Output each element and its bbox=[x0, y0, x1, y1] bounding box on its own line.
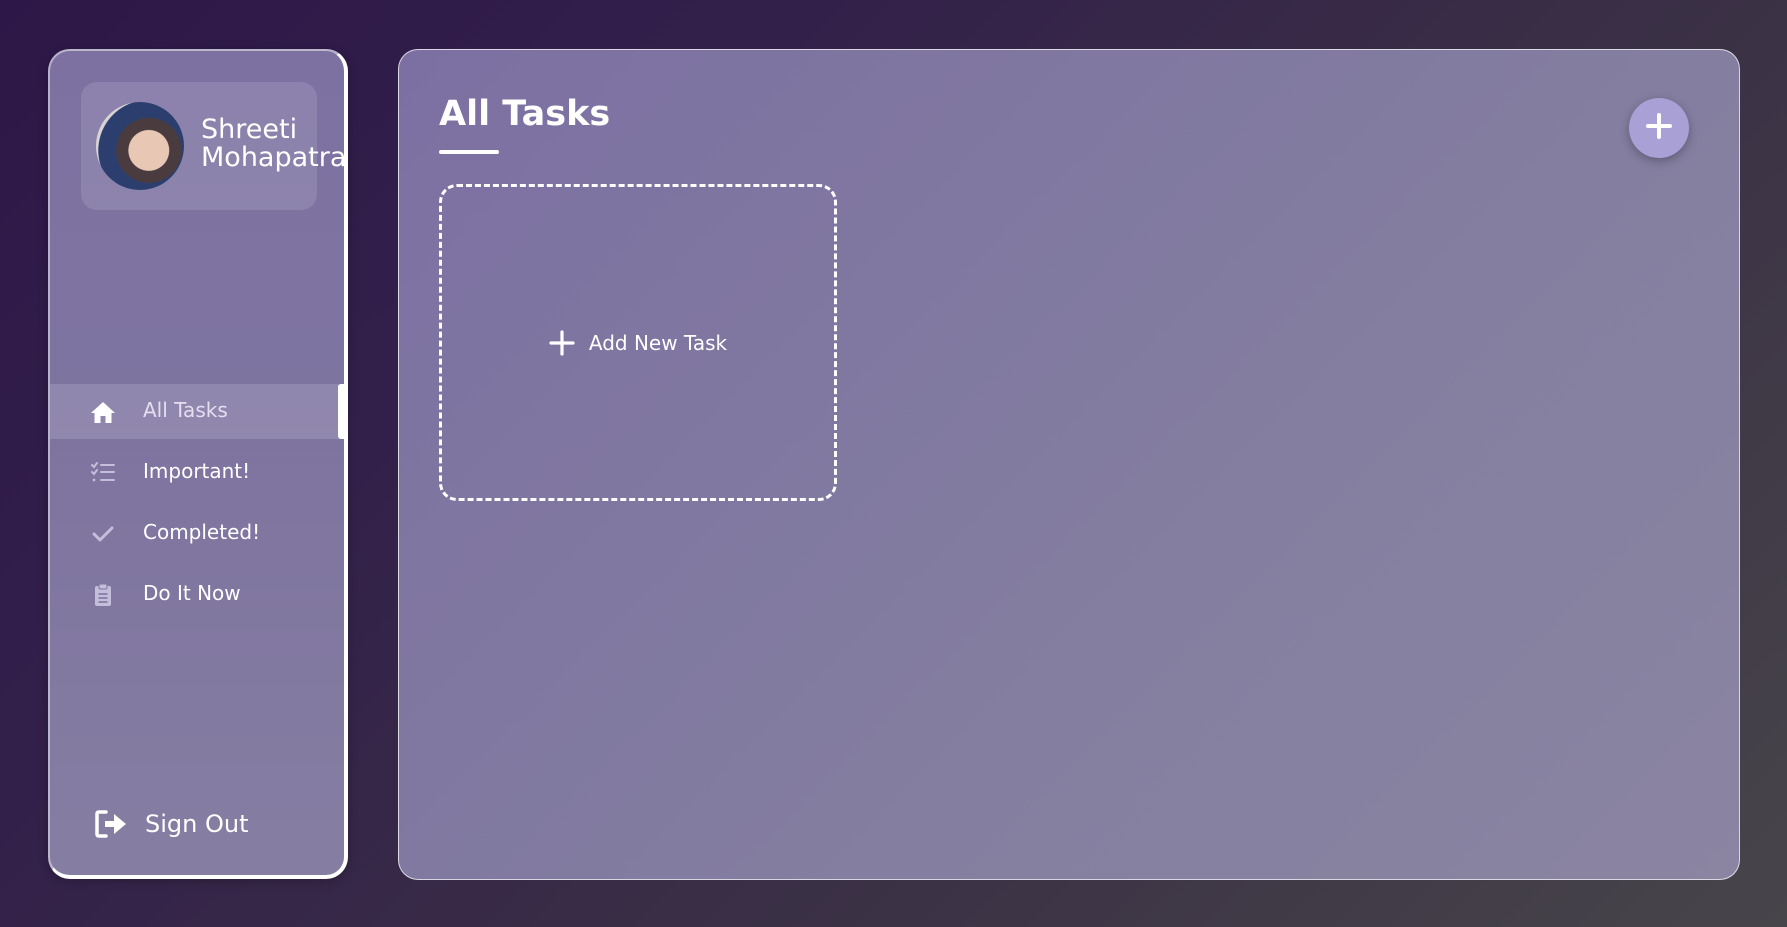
clipboard-icon bbox=[90, 582, 116, 608]
add-new-task-card[interactable]: Add New Task bbox=[439, 184, 837, 501]
profile-card: Shreeti Mohapatra bbox=[81, 82, 346, 210]
add-new-task-label: Add New Task bbox=[588, 330, 728, 355]
sidebar-item-all-tasks[interactable]: All Tasks bbox=[50, 384, 344, 439]
sign-out-label: Sign Out bbox=[145, 810, 249, 838]
add-new-task-content: Add New Task bbox=[549, 329, 728, 356]
home-icon bbox=[90, 399, 116, 425]
sidebar-item-label: Important! bbox=[143, 459, 251, 483]
plus-icon bbox=[1645, 112, 1673, 144]
sidebar-item-label: Do It Now bbox=[143, 581, 241, 605]
plus-icon bbox=[549, 329, 575, 356]
title-underline bbox=[439, 150, 499, 154]
avatar bbox=[96, 102, 184, 190]
check-icon bbox=[90, 521, 116, 547]
add-task-button[interactable] bbox=[1629, 98, 1689, 158]
sign-out-button[interactable]: Sign Out bbox=[94, 804, 249, 844]
profile-last-name: Mohapatra bbox=[201, 142, 347, 173]
sidebar: Shreeti Mohapatra All Tasks Important! C… bbox=[48, 49, 348, 879]
sidebar-nav: All Tasks Important! Completed! Do It No… bbox=[50, 384, 344, 628]
page-title: All Tasks bbox=[439, 94, 611, 134]
sidebar-item-important[interactable]: Important! bbox=[50, 445, 344, 500]
main-panel: All Tasks Add New Task bbox=[398, 49, 1740, 880]
list-check-icon bbox=[90, 460, 116, 486]
profile-name: Shreeti Mohapatra bbox=[201, 116, 351, 172]
sign-out-icon bbox=[94, 809, 128, 839]
sidebar-item-do-it-now[interactable]: Do It Now bbox=[50, 567, 344, 622]
profile-first-name: Shreeti bbox=[201, 114, 298, 145]
sidebar-item-label: Completed! bbox=[143, 520, 261, 544]
sidebar-item-label: All Tasks bbox=[143, 398, 228, 422]
sidebar-item-completed[interactable]: Completed! bbox=[50, 506, 344, 561]
